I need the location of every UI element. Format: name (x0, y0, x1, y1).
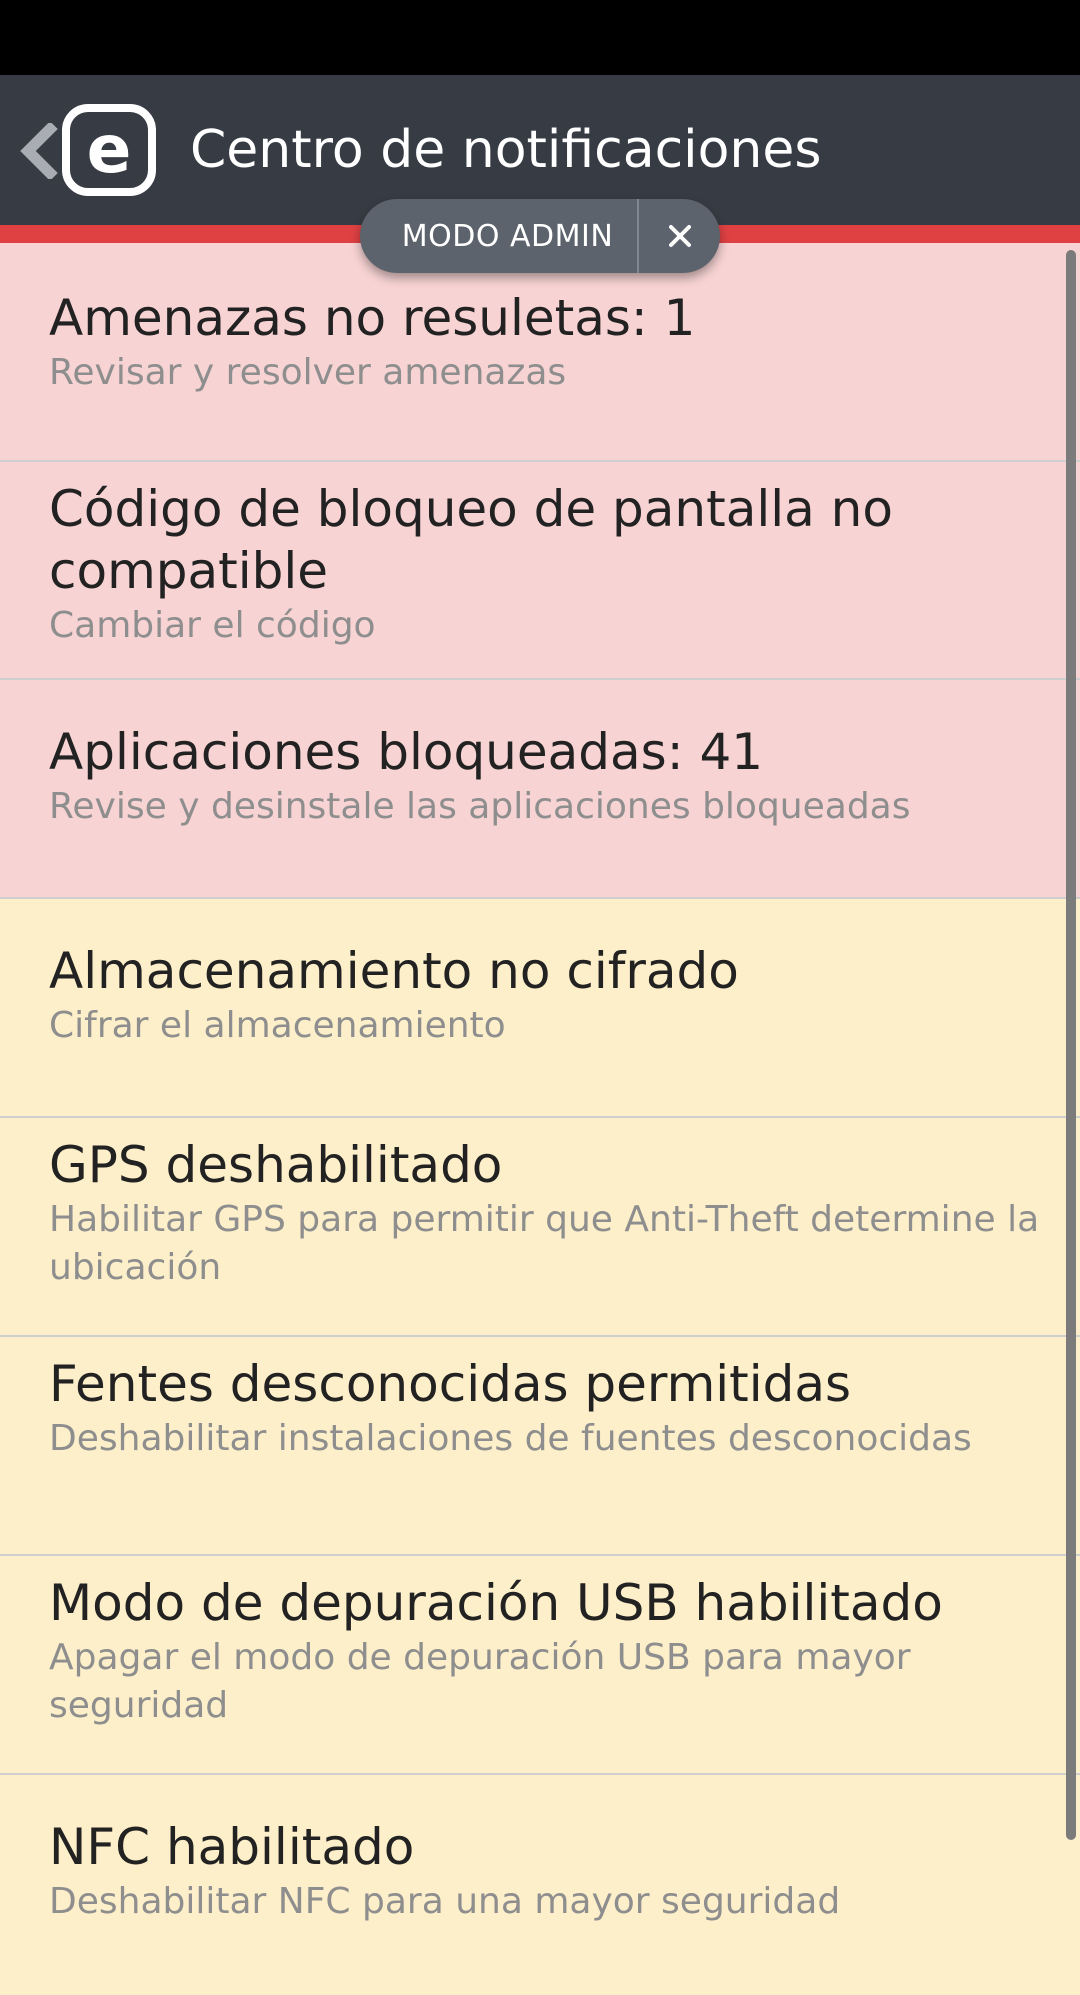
notification-subtitle: Revise y desinstale las aplicaciones blo… (49, 786, 911, 827)
notification-title: Aplicaciones bloqueadas: 41 (49, 723, 764, 781)
notification-subtitle: Deshabilitar instalaciones de fuentes de… (49, 1418, 972, 1459)
notification-item-lock-code[interactable]: Código de bloqueo de pantalla no compati… (0, 462, 1080, 680)
notification-subtitle: Deshabilitar NFC para una mayor segurida… (49, 1881, 841, 1922)
page-title: Centro de notificaciones (190, 120, 822, 180)
notification-subtitle: Apagar el modo de depuración USB para ma… (49, 1637, 911, 1726)
admin-mode-close-button[interactable] (639, 199, 720, 273)
notification-item-nfc-enabled[interactable]: NFC habilitado Deshabilitar NFC para una… (0, 1775, 1080, 1995)
notification-item-unknown-sources[interactable]: Fentes desconocidas permitidas Deshabili… (0, 1337, 1080, 1556)
chevron-left-icon[interactable] (18, 121, 58, 181)
notification-item-gps-disabled[interactable]: GPS deshabilitado Habilitar GPS para per… (0, 1118, 1080, 1337)
status-bar (0, 0, 1080, 75)
notification-subtitle: Cambiar el código (49, 605, 376, 646)
svg-text:e: e (87, 111, 132, 188)
notification-subtitle: Habilitar GPS para permitir que Anti-The… (49, 1199, 1040, 1288)
notification-item-unresolved-threats[interactable]: Amenazas no resuletas: 1 Revisar y resol… (0, 243, 1080, 462)
notification-item-unencrypted-storage[interactable]: Almacenamiento no cifrado Cifrar el alma… (0, 899, 1080, 1118)
notification-title: NFC habilitado (49, 1818, 415, 1876)
notification-subtitle: Revisar y resolver amenazas (49, 352, 567, 393)
scrollbar[interactable] (1066, 250, 1076, 1840)
notification-subtitle: Cifrar el almacenamiento (49, 1005, 506, 1046)
notification-title: Modo de depuración USB habilitado (49, 1574, 943, 1632)
notification-title: Almacenamiento no cifrado (49, 942, 739, 1000)
notification-title: Fentes desconocidas permitidas (49, 1355, 852, 1413)
notification-title: Amenazas no resuletas: 1 (49, 289, 696, 347)
notification-item-blocked-apps[interactable]: Aplicaciones bloqueadas: 41 Revise y des… (0, 680, 1080, 899)
close-icon (668, 225, 691, 247)
notification-title: Código de bloqueo de pantalla no compati… (49, 480, 893, 600)
admin-mode-label: MODO ADMIN (401, 218, 614, 254)
eset-logo-icon[interactable]: e (62, 104, 156, 196)
admin-mode-badge: MODO ADMIN (360, 199, 720, 273)
notification-item-usb-debugging[interactable]: Modo de depuración USB habilitado Apagar… (0, 1556, 1080, 1775)
notification-title: GPS deshabilitado (49, 1136, 503, 1194)
notification-list: Amenazas no resuletas: 1 Revisar y resol… (0, 243, 1080, 1995)
